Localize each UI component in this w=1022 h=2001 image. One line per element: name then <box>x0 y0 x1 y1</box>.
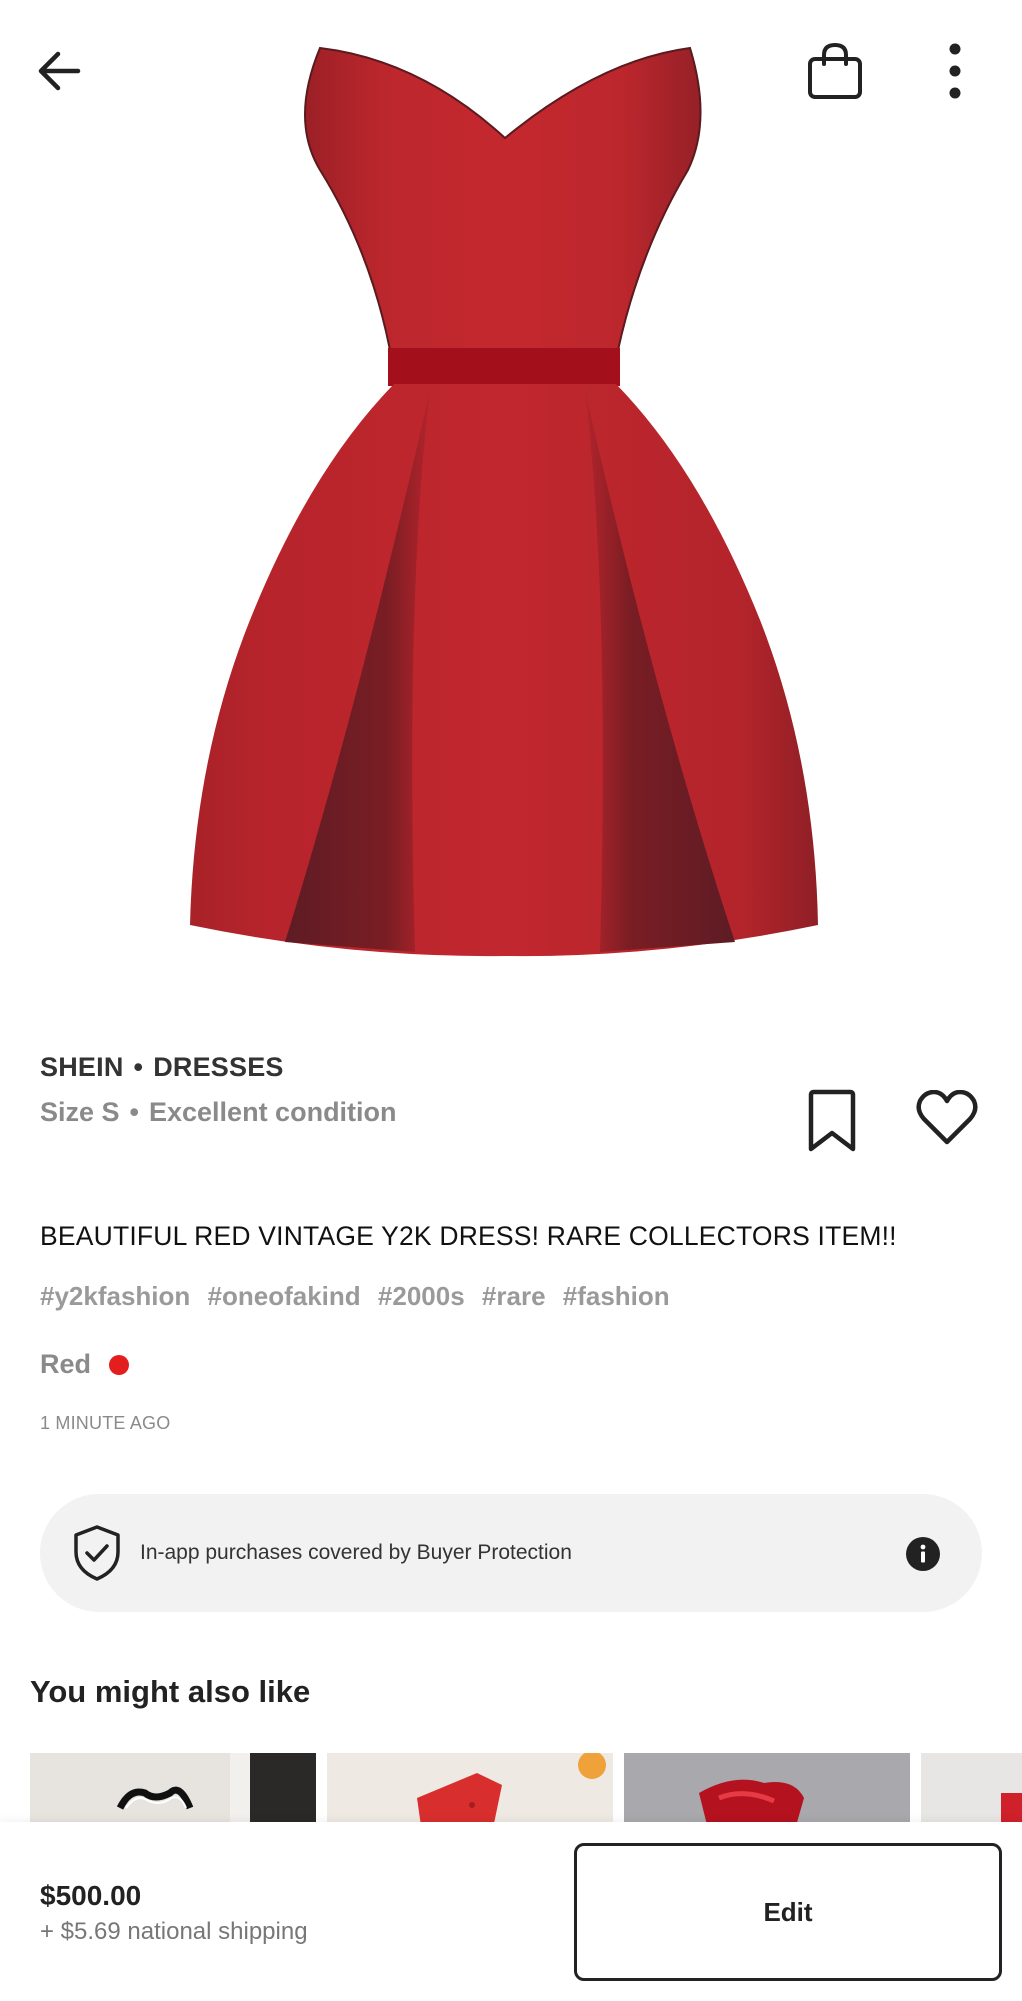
shopping-bag-button[interactable] <box>798 34 872 108</box>
buyer-protection-text: In-app purchases covered by Buyer Protec… <box>140 1541 572 1564</box>
brand-label[interactable]: SHEIN <box>40 1052 124 1082</box>
hashtag[interactable]: #y2kfashion <box>40 1281 190 1311</box>
product-meta: SHEIN • DRESSES Size S • Excellent condition <box>40 1052 397 1128</box>
more-options-button[interactable] <box>920 36 990 106</box>
back-button[interactable] <box>24 36 94 106</box>
size-label: Size S <box>40 1097 120 1127</box>
hashtag[interactable]: #fashion <box>563 1281 670 1311</box>
recommendation-thumbnail[interactable] <box>327 1753 613 1823</box>
size-condition-line: Size S • Excellent condition <box>40 1097 397 1128</box>
like-button[interactable] <box>912 1086 982 1150</box>
bookmark-icon <box>808 1089 856 1152</box>
separator: • <box>133 1052 144 1082</box>
recommendation-thumbnail[interactable] <box>921 1753 1022 1823</box>
recommendations-carousel[interactable] <box>30 1753 1022 1823</box>
recommendations-title: You might also like <box>30 1674 311 1709</box>
recommendation-thumbnail[interactable] <box>624 1753 910 1823</box>
info-icon[interactable] <box>906 1537 940 1571</box>
vertical-ellipsis-icon <box>949 43 961 99</box>
hashtag[interactable]: #rare <box>482 1281 546 1311</box>
shipping-label: + $5.69 national shipping <box>40 1918 308 1945</box>
hashtag-list: #y2kfashion #oneofakind #2000s #rare #fa… <box>40 1281 680 1312</box>
posted-timestamp: 1 MINUTE AGO <box>40 1413 171 1433</box>
shopping-bag-icon <box>808 42 862 99</box>
buyer-protection-banner[interactable]: In-app purchases covered by Buyer Protec… <box>40 1494 982 1612</box>
bookmark-button[interactable] <box>800 1086 864 1156</box>
condition-label: Excellent condition <box>149 1097 397 1127</box>
red-dress-image <box>190 46 818 957</box>
category-label[interactable]: DRESSES <box>153 1052 283 1082</box>
hashtag[interactable]: #2000s <box>378 1281 465 1311</box>
color-label: Red <box>40 1349 92 1379</box>
color-swatch <box>109 1354 130 1375</box>
brand-category-line: SHEIN • DRESSES <box>40 1052 397 1083</box>
shield-check-icon <box>74 1525 120 1581</box>
color-row: Red <box>40 1349 130 1380</box>
heart-icon <box>916 1090 978 1145</box>
bottom-bar: $500.00 + $5.69 national shipping Edit <box>0 1822 1022 2001</box>
separator: • <box>129 1097 139 1127</box>
arrow-left-icon <box>38 51 81 91</box>
hashtag[interactable]: #oneofakind <box>208 1281 361 1311</box>
edit-button[interactable]: Edit <box>574 1843 1002 1981</box>
listing-title: BEAUTIFUL RED VINTAGE Y2K DRESS! RARE CO… <box>40 1221 897 1251</box>
recommendation-thumbnail[interactable] <box>30 1753 316 1823</box>
price-label: $500.00 <box>40 1880 142 1911</box>
product-image[interactable] <box>0 0 1022 1000</box>
